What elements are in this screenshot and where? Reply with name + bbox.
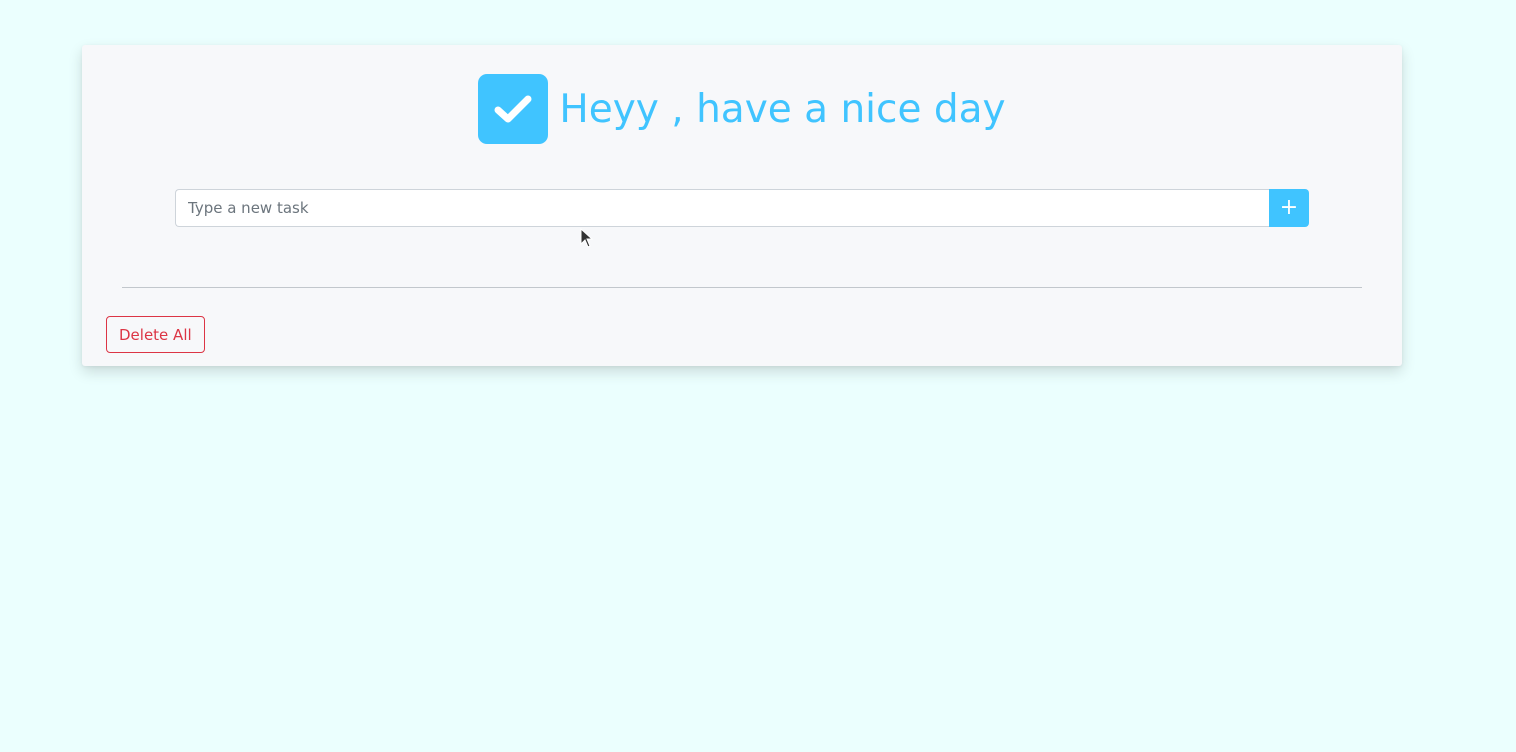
todo-card: Heyy , have a nice day + Delete All (82, 45, 1402, 366)
delete-all-button[interactable]: Delete All (106, 316, 205, 353)
new-task-input[interactable] (175, 189, 1269, 227)
mouse-pointer-icon (580, 228, 594, 248)
add-task-button[interactable]: + (1269, 189, 1309, 227)
new-task-form: + (175, 189, 1309, 227)
divider (122, 287, 1362, 288)
check-square-icon (478, 74, 549, 144)
page-title: Heyy , have a nice day (559, 86, 1006, 132)
header: Heyy , have a nice day (82, 74, 1402, 144)
